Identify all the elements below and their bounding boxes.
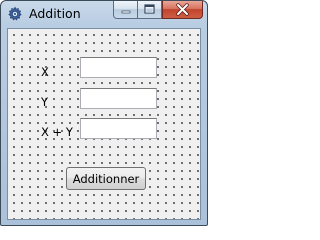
minimize-button[interactable] — [113, 1, 138, 19]
close-icon — [176, 3, 189, 16]
sum-label: X + Y — [41, 125, 73, 139]
title-bar[interactable]: Addition — [1, 1, 207, 28]
additionner-button[interactable]: Additionner — [66, 167, 146, 190]
maximize-button[interactable] — [138, 1, 162, 19]
maximize-icon — [144, 4, 155, 14]
y-label: Y — [41, 95, 49, 109]
addition-window: Addition X Y X + Y Additionner — [0, 0, 208, 226]
x-input[interactable] — [80, 57, 157, 78]
form-area: X Y X + Y Additionner — [7, 28, 201, 220]
window-title: Addition — [29, 6, 81, 21]
close-button[interactable] — [162, 1, 203, 19]
y-input[interactable] — [80, 88, 157, 109]
sum-output[interactable] — [80, 118, 157, 139]
x-label: X — [41, 65, 49, 79]
gear-icon — [7, 6, 23, 22]
minimize-icon — [121, 10, 131, 14]
caption-buttons — [113, 1, 203, 19]
